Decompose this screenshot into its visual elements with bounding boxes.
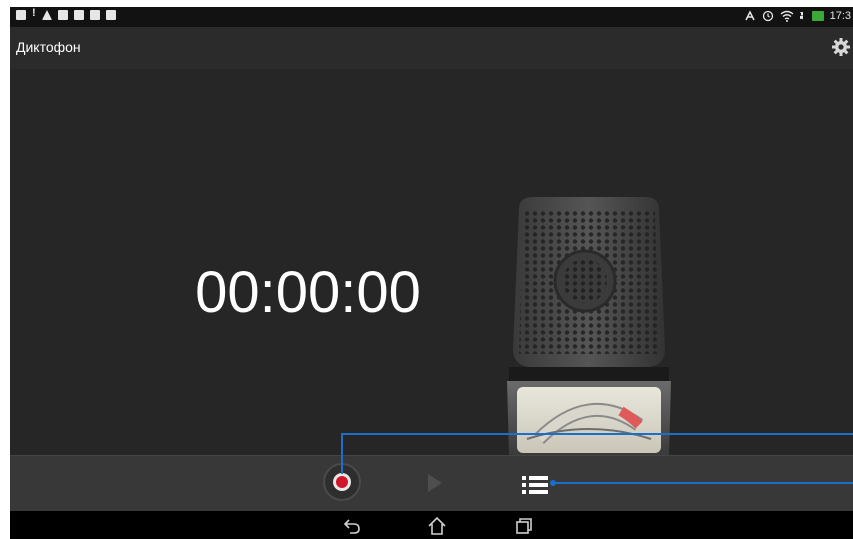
list-callout-dot: [550, 480, 556, 486]
back-icon[interactable]: [342, 516, 362, 536]
navigation-bar: [10, 511, 853, 539]
wifi-icon: [780, 10, 794, 22]
nfc-icon: [744, 10, 755, 21]
microphone-illustration: [507, 197, 671, 455]
recording-timer: 00:00:00: [195, 260, 421, 325]
action-bar: Диктофон: [10, 27, 853, 69]
record-callout-horizontal: [341, 433, 853, 435]
sd-card-icon: [58, 10, 68, 20]
screenshot-icon: [16, 10, 26, 20]
recordings-list-icon[interactable]: [522, 474, 548, 496]
list-callout-horizontal: [553, 482, 853, 484]
battery-charging-icon: [811, 11, 824, 21]
home-icon[interactable]: [427, 516, 447, 536]
clock: 17:3: [829, 10, 851, 22]
system-icons: 17:3: [744, 10, 851, 22]
file-icon: [74, 10, 84, 20]
record-callout-vertical: [341, 433, 343, 474]
warning-icon: [42, 10, 52, 20]
play-icon[interactable]: [428, 474, 442, 492]
recents-icon[interactable]: [514, 516, 534, 536]
notification-icons: [16, 10, 116, 20]
status-bar: 17:3: [10, 7, 853, 27]
gear-icon[interactable]: [831, 37, 851, 57]
record-icon: [333, 473, 351, 491]
signal-dots-icon: [799, 12, 806, 20]
image-icon: [90, 10, 100, 20]
video-icon: [106, 10, 116, 20]
alert-icon: [32, 10, 36, 20]
recorder-main: 00:00:00: [10, 69, 853, 455]
device-screen: 17:3 Диктофон 00:00:00: [10, 7, 853, 539]
alarm-icon: [762, 10, 773, 22]
app-title: Диктофон: [16, 39, 81, 55]
